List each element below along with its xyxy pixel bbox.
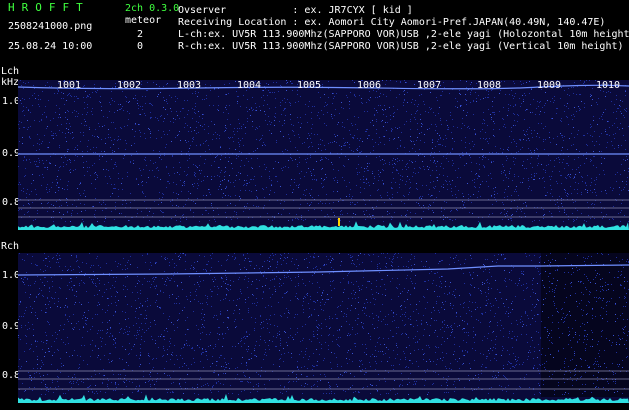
app-title: HROFFT (8, 1, 90, 14)
lch-spectrogram-canvas (18, 80, 629, 230)
rch-spectrogram (18, 253, 629, 403)
meteor-count-rch: 0 (137, 41, 144, 52)
observer-info: Ovserver : ex. JR7CYX [ kid ] (178, 5, 413, 16)
minute-label-1009: 1009 (537, 80, 562, 91)
lch-meteor-mark (338, 218, 340, 226)
lch-info: L-ch:ex. UV5R 113.900Mhz(SAPPORO VOR)USB… (178, 29, 629, 40)
location-info: Receiving Location : ex. Aomori City Aom… (178, 17, 606, 28)
meteor-count-lch: 2 (137, 29, 144, 40)
minute-label-1003: 1003 (177, 80, 202, 91)
file-name: 2508241000.png (8, 21, 93, 32)
capture-datetime: 25.08.24 10:00 (8, 41, 93, 52)
minute-label-1005: 1005 (297, 80, 322, 91)
minute-label-1007: 1007 (417, 80, 442, 91)
rch-info: R-ch:ex. UV5R 113.900Mhz(SAPPORO VOR)USB… (178, 41, 624, 52)
minute-label-1001: 1001 (57, 80, 82, 91)
minute-label-1010: 1010 (596, 80, 621, 91)
minute-label-1002: 1002 (117, 80, 142, 91)
minute-label-1006: 1006 (357, 80, 382, 91)
rch-spectrogram-canvas (18, 253, 629, 403)
meteor-count-label: meteor (125, 15, 162, 26)
version-label: 2ch 0.3.0 (125, 3, 180, 14)
khz-unit-label: kHz (1, 77, 20, 88)
minute-label-1008: 1008 (477, 80, 502, 91)
lch-spectrogram (18, 80, 629, 230)
lch-label: Lch (1, 66, 20, 77)
rch-label: Rch (1, 241, 20, 252)
minute-label-1004: 1004 (237, 80, 262, 91)
